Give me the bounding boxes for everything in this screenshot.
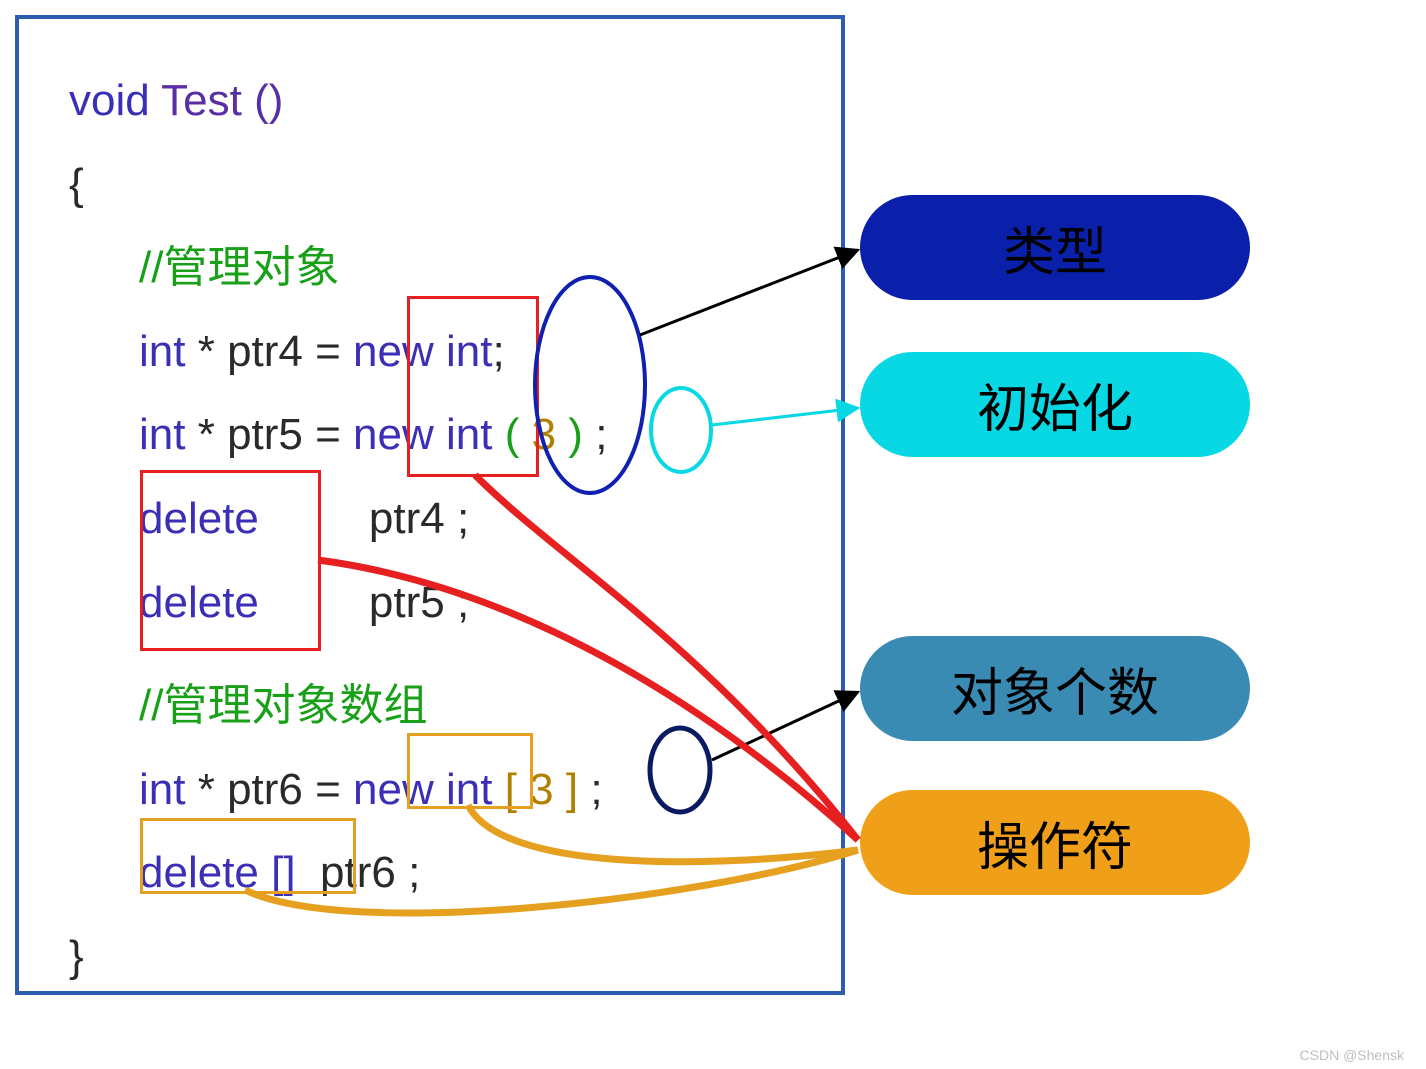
label-operator: 操作符 xyxy=(860,790,1250,895)
array-count: 3 xyxy=(529,765,553,814)
new-keyword-3: new xyxy=(353,765,434,814)
open-brace: { xyxy=(69,143,811,227)
delete-keyword-3: delete [] xyxy=(139,848,296,897)
init-value: 3 xyxy=(532,410,556,459)
comment-line-1: //管理对象 xyxy=(69,226,811,310)
delete-ptr4: delete ptr4 ; xyxy=(69,477,811,561)
code-line-signature: void Test () xyxy=(69,59,811,143)
decl-ptr5: int * ptr5 = new int ( 3 ) ; xyxy=(69,393,811,477)
new-keyword-2: new xyxy=(353,410,434,459)
comment-line-2: //管理对象数组 xyxy=(69,664,811,748)
decl-ptr4: int * ptr4 = new int; xyxy=(69,310,811,394)
delete-keyword-2: delete xyxy=(139,578,259,627)
type-int-2: int xyxy=(446,410,492,459)
decl-ptr6: int * ptr6 = new int [ 3 ] ; xyxy=(69,748,811,832)
code-frame: void Test () { //管理对象 int * ptr4 = new i… xyxy=(15,15,845,995)
watermark: CSDN @Shensk xyxy=(1300,1047,1404,1063)
delete-ptr6: delete [] ptr6 ; xyxy=(69,831,811,915)
function-name: Test () xyxy=(150,76,284,125)
label-type: 类型 xyxy=(860,195,1250,300)
label-count: 对象个数 xyxy=(860,636,1250,741)
delete-ptr5: delete ptr5 ; xyxy=(69,561,811,645)
delete-keyword-1: delete xyxy=(139,494,259,543)
label-init: 初始化 xyxy=(860,352,1250,457)
new-keyword-1: new xyxy=(353,327,434,376)
type-int-1: int xyxy=(446,327,492,376)
close-brace: } xyxy=(69,915,811,999)
keyword-void: void xyxy=(69,76,150,125)
